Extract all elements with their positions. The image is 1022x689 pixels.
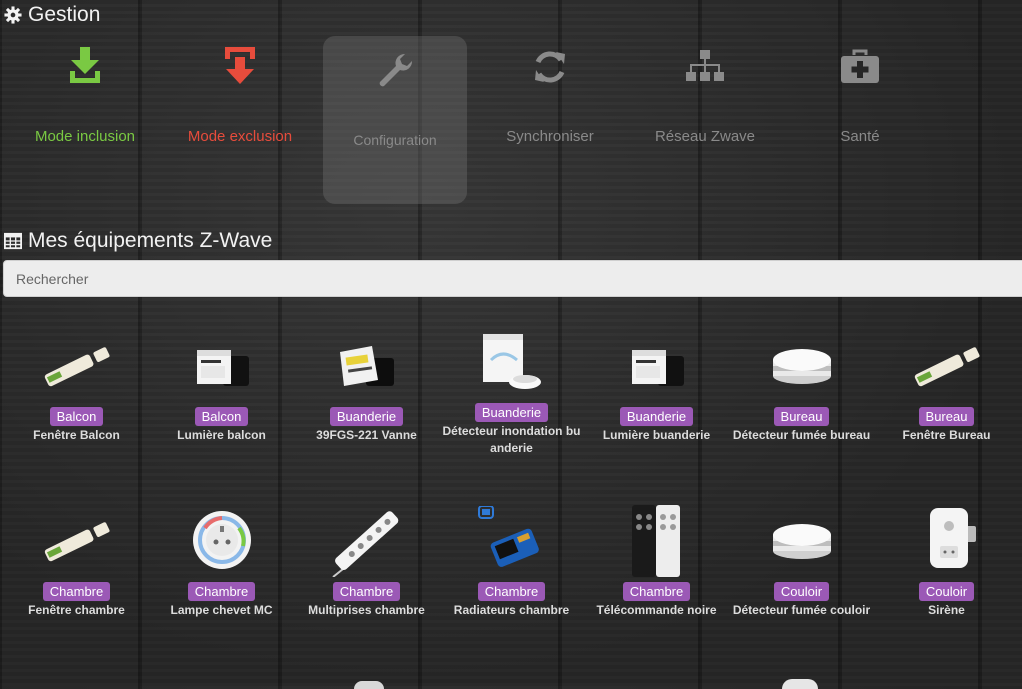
medkit-icon bbox=[841, 49, 879, 83]
room-badge: Bureau bbox=[773, 407, 830, 426]
room-badge: Buanderie bbox=[474, 403, 549, 422]
room-badge: Balcon bbox=[194, 407, 249, 426]
room-badge: Buanderie bbox=[329, 407, 404, 426]
equipements-section-title: Mes équipements Z-Wave bbox=[4, 229, 272, 253]
device-card[interactable]: Chambre Lampe chevet MC bbox=[149, 503, 294, 673]
synchroniser-button[interactable]: Synchroniser bbox=[478, 36, 622, 204]
device-card[interactable]: Bureau Détecteur fumée bureau bbox=[729, 328, 874, 498]
equipements-title-text: Mes équipements Z-Wave bbox=[28, 229, 273, 252]
device-name: Détecteur inondation buanderie bbox=[442, 424, 581, 455]
room-badge: Couloir bbox=[918, 582, 975, 601]
device-name: Lumière balcon bbox=[177, 428, 266, 442]
device-card[interactable]: Couloir Détecteur fumée couloir bbox=[729, 503, 874, 673]
smoke-detector-icon bbox=[772, 524, 831, 559]
device-card[interactable]: Chambre Fenêtre chambre bbox=[4, 503, 149, 673]
flood-sensor-icon bbox=[482, 334, 541, 389]
mode-exclusion-label: Mode exclusion bbox=[187, 128, 293, 145]
remote-icon bbox=[631, 505, 680, 577]
device-card[interactable]: Balcon Fenêtre Balcon bbox=[4, 328, 149, 498]
door-sensor-icon bbox=[914, 347, 980, 387]
sitemap-icon bbox=[686, 50, 724, 81]
upload-icon bbox=[225, 47, 255, 84]
configuration-button[interactable]: Configuration bbox=[323, 36, 467, 204]
reseau-zwave-label: Réseau Zwave bbox=[654, 128, 756, 145]
device-card[interactable]: Chambre Multiprises chambre bbox=[294, 503, 439, 673]
device-card[interactable]: Bureau Fenêtre Bureau bbox=[874, 328, 1019, 498]
sante-button[interactable]: Santé bbox=[788, 36, 932, 204]
room-badge: Chambre bbox=[332, 582, 401, 601]
device-card[interactable]: Buanderie Détecteur inondation buanderie bbox=[439, 324, 584, 494]
siren-icon bbox=[929, 508, 976, 568]
reseau-zwave-button[interactable]: Réseau Zwave bbox=[633, 36, 777, 204]
room-badge: Balcon bbox=[49, 407, 104, 426]
device-image-partial bbox=[782, 679, 818, 689]
device-name: Télécommande noire bbox=[596, 603, 717, 617]
room-badge: Chambre bbox=[42, 582, 111, 601]
device-card[interactable]: Chambre Télécommande noire bbox=[584, 503, 729, 673]
room-badge: Couloir bbox=[773, 582, 830, 601]
gestion-section-title: Gestion bbox=[4, 3, 100, 27]
sante-label: Santé bbox=[840, 128, 880, 145]
device-name: Détecteur fumée couloir bbox=[732, 603, 871, 617]
device-name: Lumière buanderie bbox=[602, 428, 711, 442]
synchroniser-label: Synchroniser bbox=[506, 128, 594, 145]
table-icon bbox=[4, 232, 22, 250]
search-input[interactable] bbox=[3, 260, 1022, 297]
device-name: Fenêtre Balcon bbox=[33, 428, 120, 442]
mode-inclusion-button[interactable]: Mode inclusion bbox=[13, 36, 157, 204]
configuration-label: Configuration bbox=[353, 132, 437, 148]
mode-inclusion-label: Mode inclusion bbox=[34, 128, 136, 145]
room-badge: Chambre bbox=[477, 582, 546, 601]
device-card[interactable]: Buanderie Lumière buanderie bbox=[584, 328, 729, 498]
wall-plug-icon bbox=[192, 511, 251, 569]
door-sensor-icon bbox=[44, 347, 110, 387]
micromodule-icon bbox=[631, 350, 684, 386]
room-badge: Bureau bbox=[918, 407, 975, 426]
device-name: Multiprises chambre bbox=[308, 603, 425, 617]
smoke-detector-icon bbox=[772, 349, 831, 384]
device-name: Détecteur fumée bureau bbox=[732, 428, 871, 442]
door-sensor-icon bbox=[44, 522, 110, 562]
gestion-toolbar: Mode inclusion Mode exclusion Configurat… bbox=[0, 36, 1022, 204]
gestion-title-text: Gestion bbox=[28, 3, 101, 26]
room-badge: Chambre bbox=[187, 582, 256, 601]
device-name: Fenêtre Bureau bbox=[902, 428, 991, 442]
device-name: Sirène bbox=[928, 603, 965, 617]
gear-icon bbox=[4, 6, 22, 24]
device-card[interactable]: Couloir Sirène bbox=[874, 503, 1019, 673]
refresh-icon bbox=[535, 51, 565, 83]
device-card[interactable]: Chambre Radiateurs chambre bbox=[439, 503, 584, 673]
device-name: 39FGS-221 Vanne bbox=[316, 428, 417, 442]
room-badge: Buanderie bbox=[619, 407, 694, 426]
relay-module-icon bbox=[339, 346, 394, 386]
micromodule-icon bbox=[196, 350, 249, 386]
device-name: Fenêtre chambre bbox=[28, 603, 125, 617]
pilot-wire-icon bbox=[477, 506, 539, 567]
download-icon bbox=[70, 47, 100, 83]
room-badge: Chambre bbox=[622, 582, 691, 601]
mode-exclusion-button[interactable]: Mode exclusion bbox=[168, 36, 312, 204]
device-card[interactable]: Buanderie 39FGS-221 Vanne bbox=[294, 328, 439, 498]
wrench-icon bbox=[379, 53, 413, 87]
power-strip-icon bbox=[331, 511, 398, 577]
device-image-partial bbox=[354, 681, 384, 689]
device-card[interactable]: Balcon Lumière balcon bbox=[149, 328, 294, 498]
device-name: Radiateurs chambre bbox=[453, 603, 570, 617]
device-name: Lampe chevet MC bbox=[170, 603, 273, 617]
